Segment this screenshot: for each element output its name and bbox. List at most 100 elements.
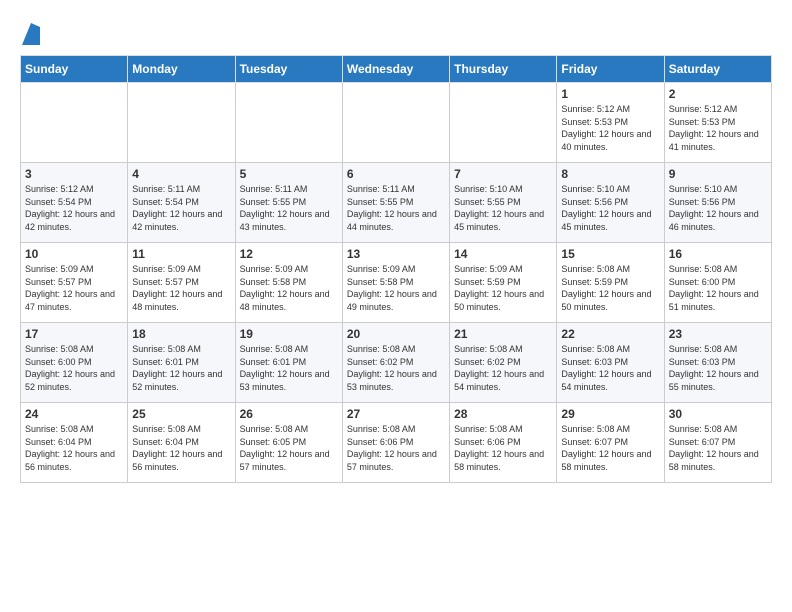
calendar-cell: 9 Sunrise: 5:10 AMSunset: 5:56 PMDaylight… [664, 163, 771, 243]
day-number: 15 [561, 247, 659, 261]
weekday-header-thursday: Thursday [450, 56, 557, 83]
day-info: Sunrise: 5:08 AMSunset: 6:03 PMDaylight:… [561, 343, 659, 393]
day-info: Sunrise: 5:12 AMSunset: 5:54 PMDaylight:… [25, 183, 123, 233]
calendar-cell: 16Sunrise: 5:08 AMSunset: 6:00 PMDayligh… [664, 243, 771, 323]
day-info: Sunrise: 5:10 AMSunset: 5:55 PMDaylight:… [454, 183, 552, 233]
calendar-cell: 21 Sunrise: 5:08 AMSunset: 6:02 PMDayligh… [450, 323, 557, 403]
calendar-cell [450, 83, 557, 163]
day-number: 23 [669, 327, 767, 341]
day-info: Sunrise: 5:09 AMSunset: 5:58 PMDaylight:… [240, 263, 338, 313]
calendar-cell: 25Sunrise: 5:08 AMSunset: 6:04 PMDayligh… [128, 403, 235, 483]
calendar-cell: 15 Sunrise: 5:08 AMSunset: 5:59 PMDayligh… [557, 243, 664, 323]
calendar-week-1: 1 Sunrise: 5:12 AMSunset: 5:53 PMDaylight… [21, 83, 772, 163]
day-number: 20 [347, 327, 445, 341]
day-info: Sunrise: 5:12 AMSunset: 5:53 PMDaylight:… [669, 103, 767, 153]
day-number: 19 [240, 327, 338, 341]
day-info: Sunrise: 5:10 AMSunset: 5:56 PMDaylight:… [561, 183, 659, 233]
calendar-cell: 26Sunrise: 5:08 AMSunset: 6:05 PMDayligh… [235, 403, 342, 483]
day-info: Sunrise: 5:08 AMSunset: 6:04 PMDaylight:… [25, 423, 123, 473]
calendar-cell: 30 Sunrise: 5:08 AMSunset: 6:07 PMDayligh… [664, 403, 771, 483]
day-info: Sunrise: 5:08 AMSunset: 6:05 PMDaylight:… [240, 423, 338, 473]
weekday-header-sunday: Sunday [21, 56, 128, 83]
calendar-cell: 6 Sunrise: 5:11 AMSunset: 5:55 PMDaylight… [342, 163, 449, 243]
calendar-cell: 1 Sunrise: 5:12 AMSunset: 5:53 PMDaylight… [557, 83, 664, 163]
calendar-cell: 7 Sunrise: 5:10 AMSunset: 5:55 PMDaylight… [450, 163, 557, 243]
calendar-table: SundayMondayTuesdayWednesdayThursdayFrid… [20, 55, 772, 483]
day-number: 24 [25, 407, 123, 421]
calendar-cell: 23 Sunrise: 5:08 AMSunset: 6:03 PMDayligh… [664, 323, 771, 403]
day-number: 3 [25, 167, 123, 181]
calendar-cell: 13Sunrise: 5:09 AMSunset: 5:58 PMDayligh… [342, 243, 449, 323]
day-info: Sunrise: 5:08 AMSunset: 6:02 PMDaylight:… [454, 343, 552, 393]
weekday-header-saturday: Saturday [664, 56, 771, 83]
day-number: 18 [132, 327, 230, 341]
weekday-header-tuesday: Tuesday [235, 56, 342, 83]
day-number: 11 [132, 247, 230, 261]
calendar-cell: 2 Sunrise: 5:12 AMSunset: 5:53 PMDaylight… [664, 83, 771, 163]
day-number: 10 [25, 247, 123, 261]
day-info: Sunrise: 5:08 AMSunset: 6:01 PMDaylight:… [132, 343, 230, 393]
day-number: 8 [561, 167, 659, 181]
calendar-cell: 12 Sunrise: 5:09 AMSunset: 5:58 PMDayligh… [235, 243, 342, 323]
weekday-header-wednesday: Wednesday [342, 56, 449, 83]
day-number: 30 [669, 407, 767, 421]
calendar-cell [21, 83, 128, 163]
calendar-week-3: 10 Sunrise: 5:09 AMSunset: 5:57 PMDayligh… [21, 243, 772, 323]
calendar-cell: 3 Sunrise: 5:12 AMSunset: 5:54 PMDaylight… [21, 163, 128, 243]
day-number: 2 [669, 87, 767, 101]
calendar-cell: 22 Sunrise: 5:08 AMSunset: 6:03 PMDayligh… [557, 323, 664, 403]
day-info: Sunrise: 5:11 AMSunset: 5:55 PMDaylight:… [347, 183, 445, 233]
day-info: Sunrise: 5:08 AMSunset: 6:07 PMDaylight:… [669, 423, 767, 473]
calendar-week-2: 3 Sunrise: 5:12 AMSunset: 5:54 PMDaylight… [21, 163, 772, 243]
day-number: 27 [347, 407, 445, 421]
day-info: Sunrise: 5:08 AMSunset: 6:06 PMDaylight:… [454, 423, 552, 473]
calendar-body: 1 Sunrise: 5:12 AMSunset: 5:53 PMDaylight… [21, 83, 772, 483]
day-number: 14 [454, 247, 552, 261]
calendar-cell: 8 Sunrise: 5:10 AMSunset: 5:56 PMDaylight… [557, 163, 664, 243]
calendar-cell: 28 Sunrise: 5:08 AMSunset: 6:06 PMDayligh… [450, 403, 557, 483]
day-number: 16 [669, 247, 767, 261]
day-number: 4 [132, 167, 230, 181]
calendar-cell: 5 Sunrise: 5:11 AMSunset: 5:55 PMDaylight… [235, 163, 342, 243]
calendar-cell: 19 Sunrise: 5:08 AMSunset: 6:01 PMDayligh… [235, 323, 342, 403]
day-number: 21 [454, 327, 552, 341]
calendar-cell: 4Sunrise: 5:11 AMSunset: 5:54 PMDaylight… [128, 163, 235, 243]
day-number: 7 [454, 167, 552, 181]
calendar-header: SundayMondayTuesdayWednesdayThursdayFrid… [21, 56, 772, 83]
day-info: Sunrise: 5:09 AMSunset: 5:58 PMDaylight:… [347, 263, 445, 313]
weekday-header-friday: Friday [557, 56, 664, 83]
calendar-cell: 29Sunrise: 5:08 AMSunset: 6:07 PMDayligh… [557, 403, 664, 483]
calendar-week-5: 24 Sunrise: 5:08 AMSunset: 6:04 PMDayligh… [21, 403, 772, 483]
day-number: 12 [240, 247, 338, 261]
calendar-week-4: 17 Sunrise: 5:08 AMSunset: 6:00 PMDayligh… [21, 323, 772, 403]
day-info: Sunrise: 5:08 AMSunset: 5:59 PMDaylight:… [561, 263, 659, 313]
logo [20, 20, 40, 45]
logo-icon [22, 23, 40, 45]
day-info: Sunrise: 5:11 AMSunset: 5:55 PMDaylight:… [240, 183, 338, 233]
day-info: Sunrise: 5:08 AMSunset: 6:01 PMDaylight:… [240, 343, 338, 393]
weekday-header-row: SundayMondayTuesdayWednesdayThursdayFrid… [21, 56, 772, 83]
day-info: Sunrise: 5:12 AMSunset: 5:53 PMDaylight:… [561, 103, 659, 153]
day-info: Sunrise: 5:08 AMSunset: 6:00 PMDaylight:… [25, 343, 123, 393]
day-info: Sunrise: 5:09 AMSunset: 5:57 PMDaylight:… [132, 263, 230, 313]
calendar-cell: 11 Sunrise: 5:09 AMSunset: 5:57 PMDayligh… [128, 243, 235, 323]
day-info: Sunrise: 5:09 AMSunset: 5:57 PMDaylight:… [25, 263, 123, 313]
calendar-cell: 14Sunrise: 5:09 AMSunset: 5:59 PMDayligh… [450, 243, 557, 323]
calendar-cell [235, 83, 342, 163]
day-info: Sunrise: 5:10 AMSunset: 5:56 PMDaylight:… [669, 183, 767, 233]
calendar-cell [342, 83, 449, 163]
day-info: Sunrise: 5:08 AMSunset: 6:03 PMDaylight:… [669, 343, 767, 393]
day-number: 9 [669, 167, 767, 181]
calendar-cell: 17 Sunrise: 5:08 AMSunset: 6:00 PMDayligh… [21, 323, 128, 403]
day-number: 6 [347, 167, 445, 181]
calendar-cell: 27 Sunrise: 5:08 AMSunset: 6:06 PMDayligh… [342, 403, 449, 483]
day-number: 28 [454, 407, 552, 421]
day-number: 1 [561, 87, 659, 101]
day-number: 5 [240, 167, 338, 181]
day-info: Sunrise: 5:08 AMSunset: 6:07 PMDaylight:… [561, 423, 659, 473]
calendar-cell [128, 83, 235, 163]
day-number: 17 [25, 327, 123, 341]
day-number: 22 [561, 327, 659, 341]
calendar-cell: 20Sunrise: 5:08 AMSunset: 6:02 PMDayligh… [342, 323, 449, 403]
day-info: Sunrise: 5:08 AMSunset: 6:06 PMDaylight:… [347, 423, 445, 473]
